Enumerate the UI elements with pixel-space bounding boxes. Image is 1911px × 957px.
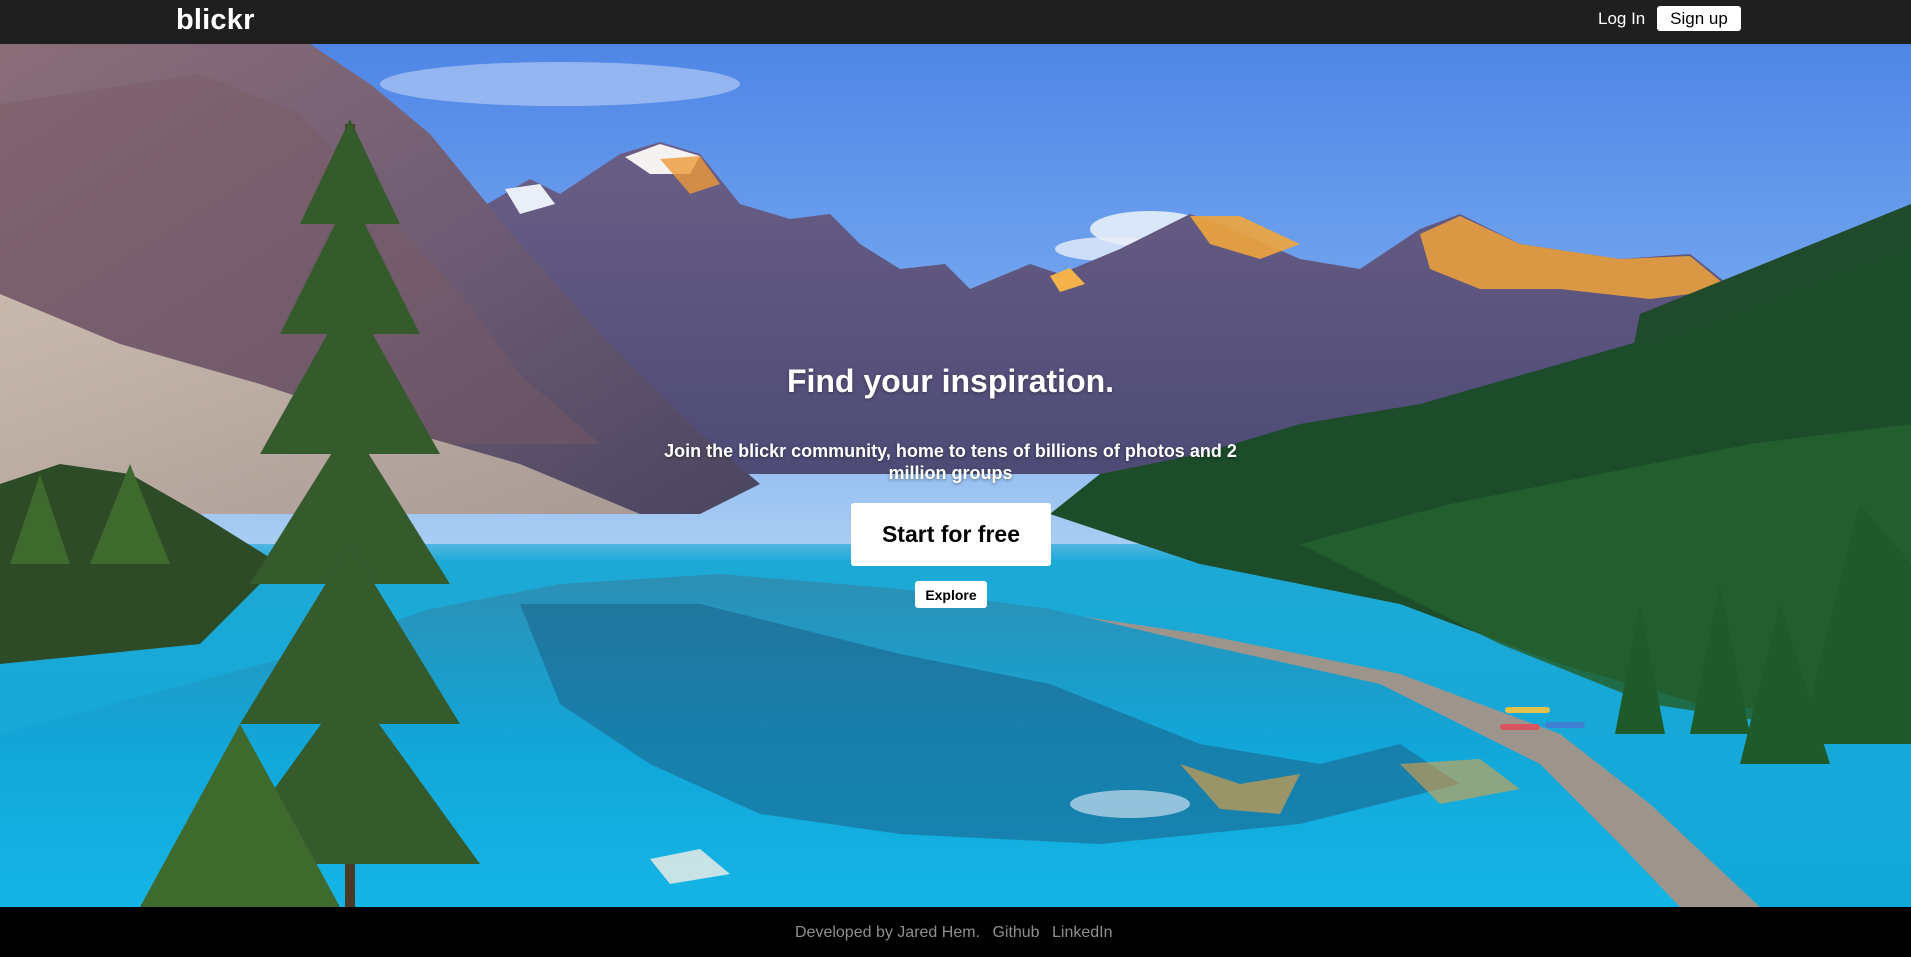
blickr-logo[interactable]: blickr	[176, 2, 255, 38]
github-link[interactable]: Github	[992, 924, 1039, 941]
top-nav-bar: blickr Log In Sign up	[0, 0, 1911, 44]
explore-button[interactable]: Explore	[915, 581, 987, 608]
start-for-free-button[interactable]: Start for free	[851, 503, 1051, 566]
developer-credit: Developed by Jared Hem.	[795, 924, 980, 941]
hero-subline: Join the blickr community, home to tens …	[664, 441, 1237, 483]
signup-button[interactable]: Sign up	[1657, 6, 1741, 31]
hero-section: Find your inspiration. Join the blickr c…	[0, 44, 1911, 907]
footer: Developed by Jared Hem. Github LinkedIn	[0, 907, 1911, 957]
linkedin-link[interactable]: LinkedIn	[1052, 924, 1113, 941]
hero-headline: Find your inspiration.	[786, 363, 1115, 399]
footer-links: Developed by Jared Hem. Github LinkedIn	[795, 924, 1121, 942]
login-link[interactable]: Log In	[1598, 9, 1645, 29]
